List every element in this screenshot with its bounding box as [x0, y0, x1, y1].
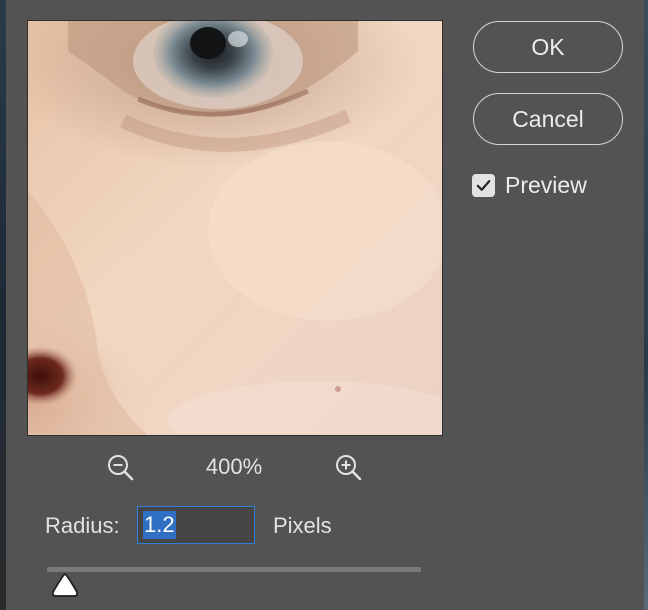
preview-checkbox-row[interactable]: Preview — [472, 172, 587, 199]
radius-label: Radius: — [45, 513, 120, 538]
zoom-controls: 400% — [6, 450, 462, 486]
checkmark-icon — [476, 180, 491, 191]
preview-label: Preview — [505, 172, 587, 198]
zoom-out-icon[interactable] — [106, 453, 136, 483]
radius-units-label: Pixels — [273, 513, 332, 538]
preview-image — [28, 21, 442, 435]
zoom-in-icon[interactable] — [334, 453, 364, 483]
radius-slider-thumb[interactable] — [51, 572, 79, 598]
background-image-edge-right — [644, 0, 648, 610]
radius-row: Radius: 1.2 Pixels — [6, 505, 462, 545]
radius-input[interactable]: 1.2 — [137, 506, 255, 544]
cancel-button[interactable]: Cancel — [473, 93, 623, 145]
zoom-level: 400% — [205, 454, 263, 479]
ok-button[interactable]: OK — [473, 21, 623, 73]
radius-value: 1.2 — [143, 511, 176, 539]
preview-checkbox[interactable] — [472, 174, 495, 197]
filter-dialog: OK Cancel Preview 400% Radius: 1.2 Pixel… — [6, 0, 644, 610]
preview-pane[interactable] — [27, 20, 443, 436]
radius-slider-track[interactable] — [47, 567, 421, 572]
